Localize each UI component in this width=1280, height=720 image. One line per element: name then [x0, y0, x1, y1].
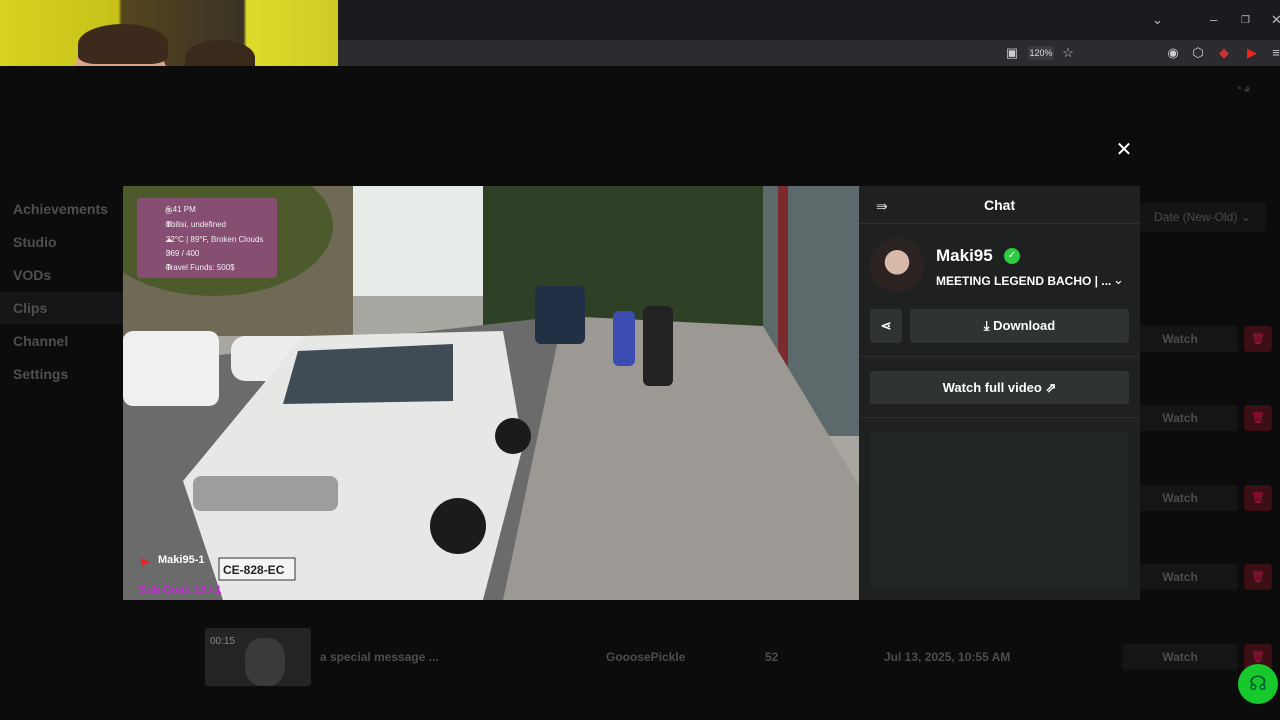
watch-full-video-button[interactable]: Watch full video ⇗ — [870, 371, 1129, 404]
chevron-down-icon[interactable]: ⌄ — [1113, 272, 1124, 288]
sidebar-item-clips[interactable]: Clips — [13, 300, 47, 316]
share-icon: ⋖ — [880, 318, 892, 333]
clip-title[interactable]: a special message ... — [320, 650, 439, 664]
browser-toolbar — [338, 40, 1280, 66]
user-avatar-icon[interactable]: ◔◕ — [1234, 80, 1260, 100]
overlay-time: 6:41 PM — [166, 205, 196, 214]
chat-title: Chat — [984, 197, 1016, 213]
streamer-avatar[interactable] — [870, 238, 924, 292]
channel-tag: Maki95-1 — [158, 554, 205, 566]
minimize-icon[interactable]: – — [1210, 12, 1217, 27]
delete-icon[interactable]: 🗑 — [1244, 485, 1272, 511]
overlay-travel-funds: Travel Funds: 500$ — [166, 263, 235, 272]
verified-icon: ✓ — [1004, 248, 1020, 264]
extensions-icon[interactable]: ⬡ — [1190, 45, 1206, 61]
streamer-name[interactable]: Maki95 — [936, 246, 993, 266]
tabs-list-icon[interactable]: ⌄ — [1152, 12, 1163, 28]
clip-duration: 00:15 — [210, 636, 236, 647]
support-chat-button[interactable]: ☊ — [1238, 664, 1278, 704]
sidebar-item-settings[interactable]: Settings — [13, 366, 68, 382]
delete-icon[interactable]: 🗑 — [1244, 564, 1272, 590]
close-modal-icon[interactable]: ✕ — [1114, 140, 1134, 160]
watch-button[interactable]: Watch — [1122, 644, 1238, 670]
clip-date: Jul 13, 2025, 10:55 AM — [884, 650, 1011, 664]
extension-red-icon[interactable]: ◆ — [1216, 45, 1232, 61]
account-icon[interactable]: ◉ — [1165, 45, 1181, 61]
overlay-weather: 32°C | 89°F, Broken Clouds — [166, 235, 264, 244]
chat-divider — [859, 356, 1140, 357]
download-icon: ⤓ — [983, 318, 990, 333]
watch-full-label: Watch full video — [942, 380, 1042, 395]
clip-views: 52 — [765, 650, 779, 664]
download-label: Download — [993, 318, 1056, 333]
share-button[interactable]: ⋖ — [870, 309, 902, 343]
youtube-icon: ▶ — [141, 556, 150, 568]
chat-divider — [859, 223, 1140, 224]
video-player[interactable]: ◷ ⊗ ☁ ⚐ ⊕ — [123, 186, 859, 600]
video-frame — [123, 186, 859, 600]
bookmark-star-icon[interactable]: ☆ — [1060, 45, 1076, 61]
delete-icon[interactable]: 🗑 — [1244, 405, 1272, 431]
sidebar-item-channel[interactable]: Channel — [13, 333, 68, 349]
collapse-chat-icon[interactable]: ⇛ — [876, 198, 888, 215]
chat-embed-area — [870, 432, 1129, 587]
overlay-location: Tbilisi, undefined — [166, 220, 227, 229]
license-plate: CE-828-EC — [223, 563, 285, 577]
reader-mode-icon[interactable]: ▣ — [1004, 45, 1020, 61]
overlay-counter: 369 / 400 — [166, 249, 200, 258]
sort-select[interactable]: Date (New-Old) ⌄ — [1140, 202, 1266, 232]
sidebar-item-achievements[interactable]: Achievements — [13, 201, 108, 217]
close-window-icon[interactable]: ✕ — [1271, 12, 1280, 28]
external-link-icon: ⇗ — [1045, 380, 1057, 395]
chat-divider — [859, 417, 1140, 418]
sort-select-value: Date (New-Old) — [1154, 210, 1238, 224]
delete-icon[interactable]: 🗑 — [1244, 326, 1272, 352]
sidebar-item-vods[interactable]: VODs — [13, 267, 51, 283]
clip-author: GooosePickle — [606, 650, 686, 664]
menu-icon[interactable]: ≡ — [1268, 45, 1280, 61]
zoom-level-badge[interactable]: 120% — [1028, 46, 1054, 60]
download-button[interactable]: ⤓ Download — [910, 309, 1129, 343]
youtube-extension-icon[interactable]: ▶ — [1244, 45, 1260, 61]
headset-icon: ☊ — [1249, 673, 1267, 695]
chevron-down-icon: ⌄ — [1240, 210, 1251, 224]
sub-goal: Sub Goal: 15 / 1 — [139, 584, 222, 596]
restore-icon[interactable]: ❐ — [1241, 15, 1250, 26]
stream-title: MEETING LEGEND BACHO | ... — [936, 274, 1112, 288]
sidebar-item-studio[interactable]: Studio — [13, 234, 57, 250]
